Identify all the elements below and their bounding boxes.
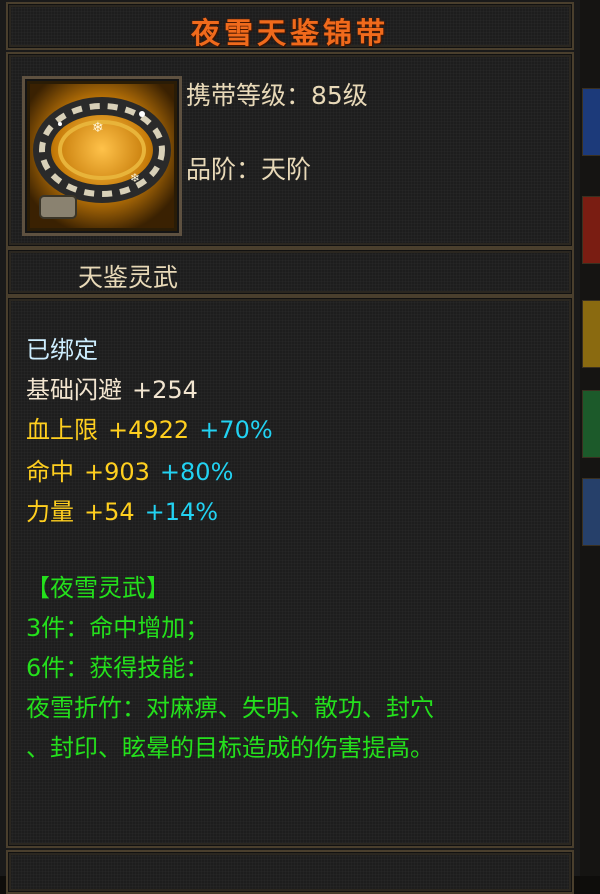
stat-line: 血上限 +4922 +70%	[26, 410, 273, 445]
stat-value: +54	[84, 498, 135, 526]
item-category: 天鉴灵武	[78, 263, 179, 292]
svg-text:❄: ❄	[130, 171, 140, 185]
svg-text:❄: ❄	[92, 120, 104, 136]
bottom-bar	[6, 850, 574, 894]
category-bar: 天鉴灵武	[6, 248, 574, 296]
stat-name: 基础闪避	[26, 376, 122, 404]
item-tooltip: 夜雪天鉴锦带 ❄ ❄ 携带等级：85级 品阶：天阶 天鉴灵武 已绑定 基础闪避 …	[0, 0, 580, 894]
set-skill-line2: 、封印、眩晕的目标造成的伤害提高。	[26, 734, 434, 762]
set-bonus-6: 6件：获得技能：	[26, 654, 210, 682]
stat-bonus: +14%	[144, 498, 219, 526]
skill-icon[interactable]	[582, 300, 600, 368]
stat-value: +254	[132, 376, 198, 404]
stat-bonus: +80%	[159, 458, 234, 486]
stat-line: 力量 +54 +14%	[26, 492, 218, 527]
stat-line: 基础闪避 +254	[26, 370, 198, 405]
stat-name: 血上限	[26, 416, 98, 444]
skill-icon[interactable]	[582, 478, 600, 546]
bound-status: 已绑定	[26, 336, 98, 364]
stat-bonus: +70%	[199, 416, 273, 444]
item-grade: 品阶：天阶	[186, 155, 312, 184]
set-skill-line1: 夜雪折竹：对麻痹、失明、散功、封穴	[26, 694, 434, 722]
stat-name: 力量	[26, 498, 74, 526]
set-title: 【夜雪灵武】	[26, 574, 170, 602]
stat-value: +903	[84, 458, 150, 486]
title-bar: 夜雪天鉴锦带	[6, 2, 574, 50]
stat-name: 命中	[26, 458, 74, 486]
item-name: 夜雪天鉴锦带	[190, 16, 389, 50]
stat-line: 命中 +903 +80%	[26, 452, 233, 487]
stats-panel: 已绑定 基础闪避 +254 血上限 +4922 +70% 命中 +903 +80% 力量 +…	[6, 296, 574, 848]
skill-icon[interactable]	[582, 196, 600, 264]
carry-level: 携带等级：85级	[186, 81, 368, 110]
stat-value: +4922	[108, 416, 190, 444]
item-info-panel: ❄ ❄ 携带等级：85级 品阶：天阶	[6, 52, 574, 248]
skill-icon[interactable]	[582, 390, 600, 458]
belt-icon: ❄ ❄	[22, 76, 182, 236]
set-bonus-3: 3件：命中增加；	[26, 614, 210, 642]
skill-icon[interactable]	[582, 88, 600, 156]
